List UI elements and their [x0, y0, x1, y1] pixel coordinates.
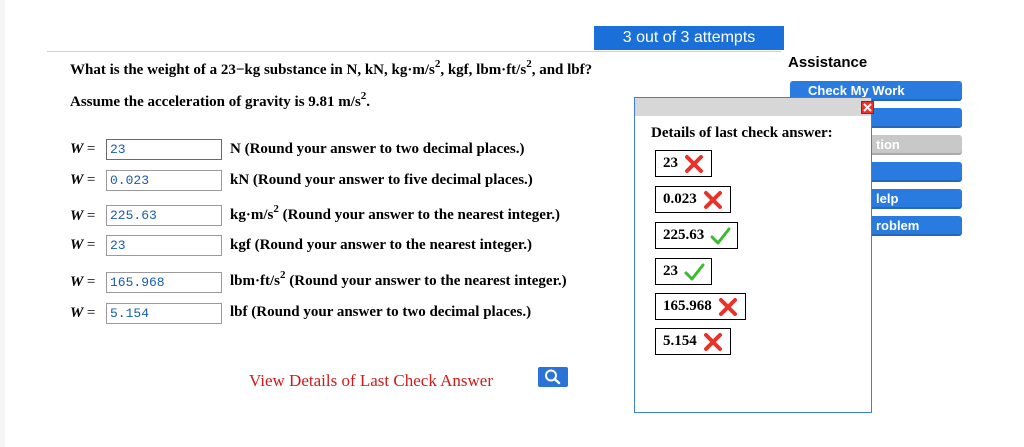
question-line-2: Assume the acceleration of gravity is 9.…: [70, 90, 371, 110]
close-popup-button[interactable]: [861, 101, 874, 114]
incorrect-x-icon: [718, 297, 737, 316]
row-unit-kgms2: kg·m/s2 (Round your answer to the neares…: [230, 203, 560, 223]
popup-title-bar[interactable]: [635, 98, 871, 116]
weight-lbf-input[interactable]: [106, 303, 222, 324]
answer-result-4: 165.968: [655, 293, 746, 320]
row-unit-lbmfts2: lbm·ft/s2 (Round your answer to the near…: [230, 269, 567, 289]
row-label-lbf: W =: [70, 305, 96, 321]
row-label-n: W =: [70, 141, 96, 157]
answer-result-1: 0.023: [655, 186, 731, 213]
attempts-counter: 3 out of 3 attempts: [594, 26, 784, 50]
view-details-link[interactable]: View Details of Last Check Answer: [249, 371, 493, 391]
weight-lbmfts2-input[interactable]: [106, 272, 222, 293]
answer-result-3: 23: [655, 258, 712, 285]
details-popup-title: Details of last check answer:: [651, 125, 833, 141]
question-divider: [47, 51, 781, 52]
incorrect-x-icon: [703, 332, 722, 351]
row-unit-n: N (Round your answer to two decimal plac…: [230, 141, 525, 157]
left-edge: [0, 0, 5, 447]
weight-kn-input[interactable]: [106, 170, 222, 191]
question-line-1: What is the weight of a 23−kg substance …: [70, 58, 593, 78]
incorrect-x-icon: [685, 154, 703, 173]
answer-result-2: 225.63: [655, 222, 739, 249]
answer-result-5: 5.154: [655, 328, 731, 355]
weight-n-input[interactable]: [106, 139, 222, 160]
row-label-kgf: W =: [70, 237, 96, 253]
row-unit-kgf: kgf (Round your answer to the nearest in…: [230, 237, 532, 253]
row-label-lbmfts2: W =: [70, 274, 96, 290]
weight-kgf-input[interactable]: [106, 235, 222, 256]
close-icon: [861, 101, 874, 114]
assistance-title: Assistance: [788, 54, 868, 71]
details-popup: Details of last check answer: 23 0.023 2…: [634, 97, 872, 413]
row-unit-kn: kN (Round your answer to five decimal pl…: [230, 172, 533, 188]
correct-check-icon: [684, 263, 705, 280]
correct-check-icon: [710, 227, 731, 244]
row-label-kn: W =: [70, 172, 96, 188]
row-unit-lbf: lbf (Round your answer to two decimal pl…: [230, 304, 532, 320]
incorrect-x-icon: [703, 190, 722, 209]
answer-result-0: 23: [655, 150, 712, 177]
magnifier-icon: [545, 369, 561, 385]
row-label-kgms2: W =: [70, 208, 96, 224]
view-details-button[interactable]: [538, 367, 568, 387]
weight-kgms2-input[interactable]: [106, 205, 222, 226]
